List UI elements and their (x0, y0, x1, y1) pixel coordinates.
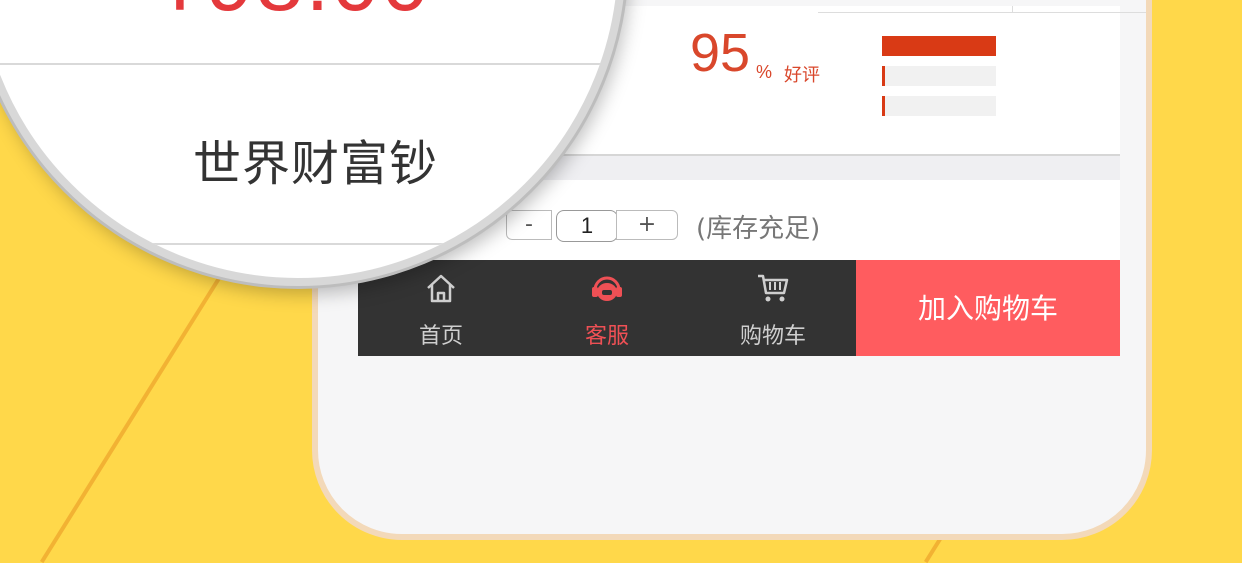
cart-icon (758, 274, 789, 302)
quantity-increase-button[interactable]: + (616, 210, 678, 240)
add-to-cart-button[interactable]: 加入购物车 (856, 260, 1120, 356)
tab-divider (1012, 6, 1013, 12)
tab-underline (818, 6, 1146, 13)
product-name: 世界财富钞 (193, 136, 439, 192)
magnifier-divider (0, 243, 618, 245)
quantity-decrease-button[interactable]: - (506, 210, 552, 240)
magnifier-lens: ¥98.00 世界财富钞 (0, 0, 626, 286)
rating-bar-fill (882, 36, 996, 56)
nav-label-home: 首页 (418, 324, 463, 349)
magnifier-divider (0, 63, 618, 65)
quantity-input[interactable]: 1 (556, 210, 618, 242)
rating-bar-neutral (882, 66, 996, 86)
bottom-nav: 首页 客服 购物车 (358, 260, 856, 356)
nav-label-cart: 购物车 (739, 324, 806, 349)
stock-status: (库存充足) (696, 214, 821, 244)
nav-item-cart[interactable]: 购物车 (690, 260, 856, 356)
nav-label-customer-service: 客服 (584, 324, 629, 349)
percent-sign: % (756, 62, 773, 82)
rating-bar-fill (882, 66, 886, 86)
customer-service-icon (592, 276, 622, 301)
bottom-action-bar: 首页 客服 购物车 加入购物车 (358, 260, 1120, 356)
positive-rating-label: 好评 (784, 65, 820, 86)
product-price: ¥98.00 (156, 0, 431, 24)
home-icon (427, 274, 455, 303)
rating-bar-positive (882, 36, 996, 56)
positive-rating-percent: 95 (690, 23, 751, 83)
nav-item-customer-service[interactable]: 客服 (524, 260, 690, 356)
rating-bar-negative (882, 96, 996, 116)
rating-bar-fill (882, 96, 885, 116)
